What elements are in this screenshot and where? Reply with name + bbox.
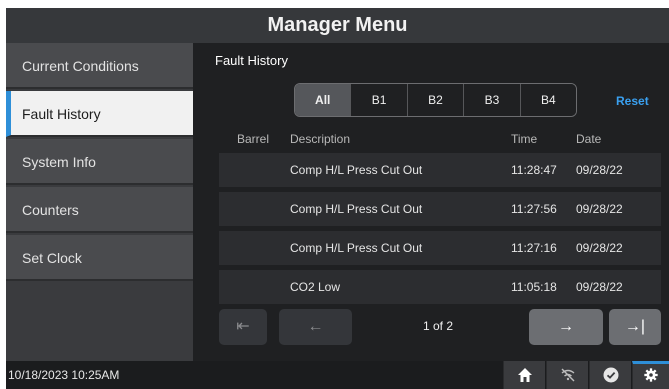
table-row[interactable]: CO2 Low 11:05:18 09/28/22 [219,270,661,304]
sidebar-item-current-conditions[interactable]: Current Conditions [6,43,193,89]
table-row[interactable]: Comp H/L Press Cut Out 11:27:16 09/28/22 [219,231,661,265]
sidebar-item-fault-history[interactable]: Fault History [6,91,193,137]
previous-page-button[interactable]: ← [279,309,352,345]
arrow-left-icon: ← [307,318,324,335]
filter-b2-button[interactable]: B2 [407,84,465,116]
fault-history-panel: Fault History All B1 B2 B3 B4 Reset Barr… [193,43,669,361]
last-page-button[interactable]: →| [609,309,661,345]
row-description: Comp H/L Press Cut Out [290,241,423,255]
column-header-description: Description [290,132,351,146]
row-description: Comp H/L Press Cut Out [290,163,423,177]
app-screen: Manager Menu Current Conditions Fault Hi… [6,8,669,389]
row-date: 09/28/22 [576,241,623,255]
sidebar-item-set-clock[interactable]: Set Clock [6,235,193,281]
row-date: 09/28/22 [576,163,623,177]
row-description: Comp H/L Press Cut Out [290,202,423,216]
filter-b1-button[interactable]: B1 [351,84,408,116]
filter-b3-button[interactable]: B3 [464,84,521,116]
row-date: 09/28/22 [576,280,623,294]
last-page-icon: →| [624,318,646,335]
section-title: Fault History [215,53,288,68]
column-header-barrel: Barrel [237,132,270,146]
sidebar-item-system-info[interactable]: System Info [6,139,193,185]
row-time: 11:27:16 [511,241,557,255]
row-time: 11:05:18 [511,280,557,294]
row-date: 09/28/22 [576,202,623,216]
row-description: CO2 Low [290,280,341,294]
home-icon [518,368,532,382]
current-datetime: 10/18/2023 10:25AM [8,368,120,382]
filter-all-button[interactable]: All [295,84,352,116]
arrow-right-icon: → [558,318,574,335]
next-page-button[interactable]: → [529,309,603,345]
column-header-time: Time [511,132,538,146]
home-button[interactable] [503,361,545,389]
row-time: 11:28:47 [511,163,557,177]
filter-b4-button[interactable]: B4 [520,84,576,116]
sidebar-item-counters[interactable]: Counters [6,187,193,233]
reset-button[interactable]: Reset [616,94,649,108]
first-page-icon: ⇤ [236,318,250,335]
network-button[interactable] [546,361,588,389]
first-page-button[interactable]: ⇤ [219,309,267,345]
row-time: 11:27:56 [511,202,557,216]
check-circle-icon [603,367,619,383]
table-row[interactable]: Comp H/L Press Cut Out 11:28:47 09/28/22 [219,153,661,187]
column-header-date: Date [576,132,602,146]
barrel-filter-group: All B1 B2 B3 B4 [294,83,577,117]
page-title: Manager Menu [6,8,669,43]
page-indicator: 1 of 2 [423,319,454,333]
sidebar: Current Conditions Fault History System … [6,43,193,361]
gear-icon [644,368,658,382]
settings-button[interactable] [632,361,669,389]
signal-off-icon [561,368,575,382]
status-button[interactable] [589,361,631,389]
table-row[interactable]: Comp H/L Press Cut Out 11:27:56 09/28/22 [219,192,661,226]
footer-bar: 10/18/2023 10:25AM [6,361,669,389]
